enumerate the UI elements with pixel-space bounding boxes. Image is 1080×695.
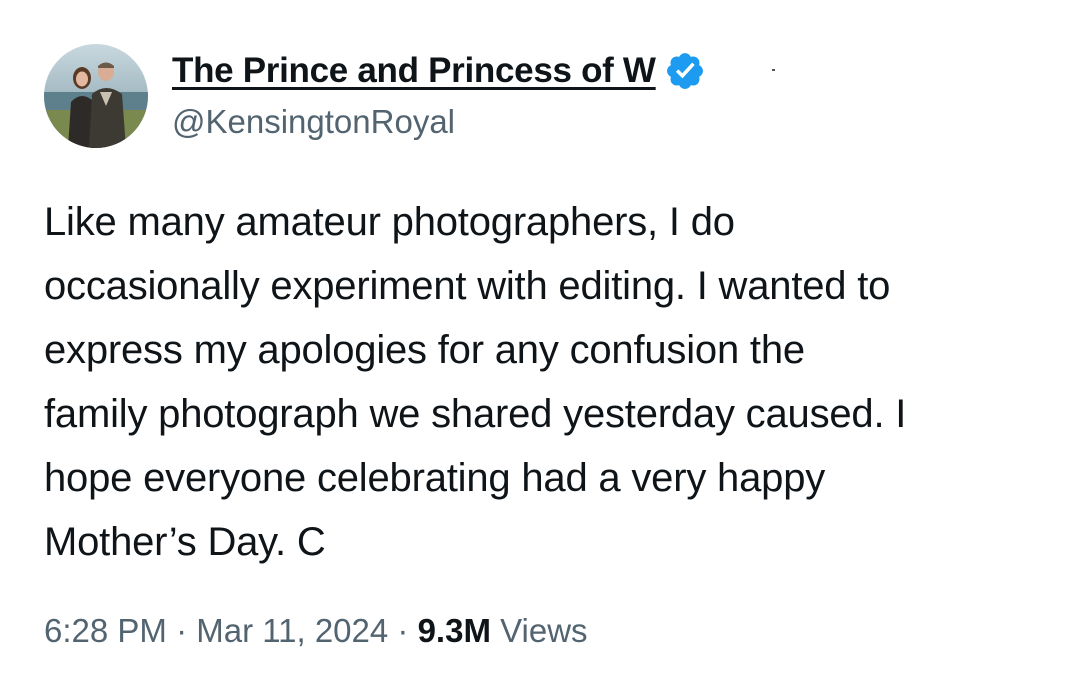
tweet-body: Like many amateur photographers, I do oc…	[44, 190, 1054, 574]
tweet-line: Mother’s Day. C	[44, 520, 326, 564]
tweet-date[interactable]: Mar 11, 2024	[196, 612, 388, 649]
tweet-line: hope everyone celebrating had a very hap…	[44, 456, 826, 500]
profile-avatar[interactable]	[44, 44, 148, 148]
meta-separator: ·	[388, 612, 418, 649]
author-name-row: The Prince and Princess of W	[172, 48, 706, 94]
author-handle[interactable]: @KensingtonRoyal	[172, 102, 455, 142]
tweet-line: Like many amateur photographers, I do	[44, 200, 735, 244]
meta-separator: ·	[166, 612, 197, 649]
tweet-meta: 6:28 PM · Mar 11, 2024 · 9.3M Views	[44, 608, 588, 654]
views-label: Views	[500, 612, 588, 649]
views-count[interactable]: 9.3M	[418, 612, 491, 649]
tweet-line: family photograph we shared yesterday ca…	[44, 392, 907, 436]
verified-badge-icon[interactable]	[664, 50, 706, 92]
author-display-name[interactable]: The Prince and Princess of W	[172, 48, 656, 94]
tweet-line: occasionally experiment with editing. I …	[44, 264, 891, 308]
avatar-photo	[44, 44, 148, 148]
stray-mark	[772, 69, 775, 71]
tweet-line: express my apologies for any confusion t…	[44, 328, 805, 372]
tweet-time[interactable]: 6:28 PM	[44, 612, 167, 649]
